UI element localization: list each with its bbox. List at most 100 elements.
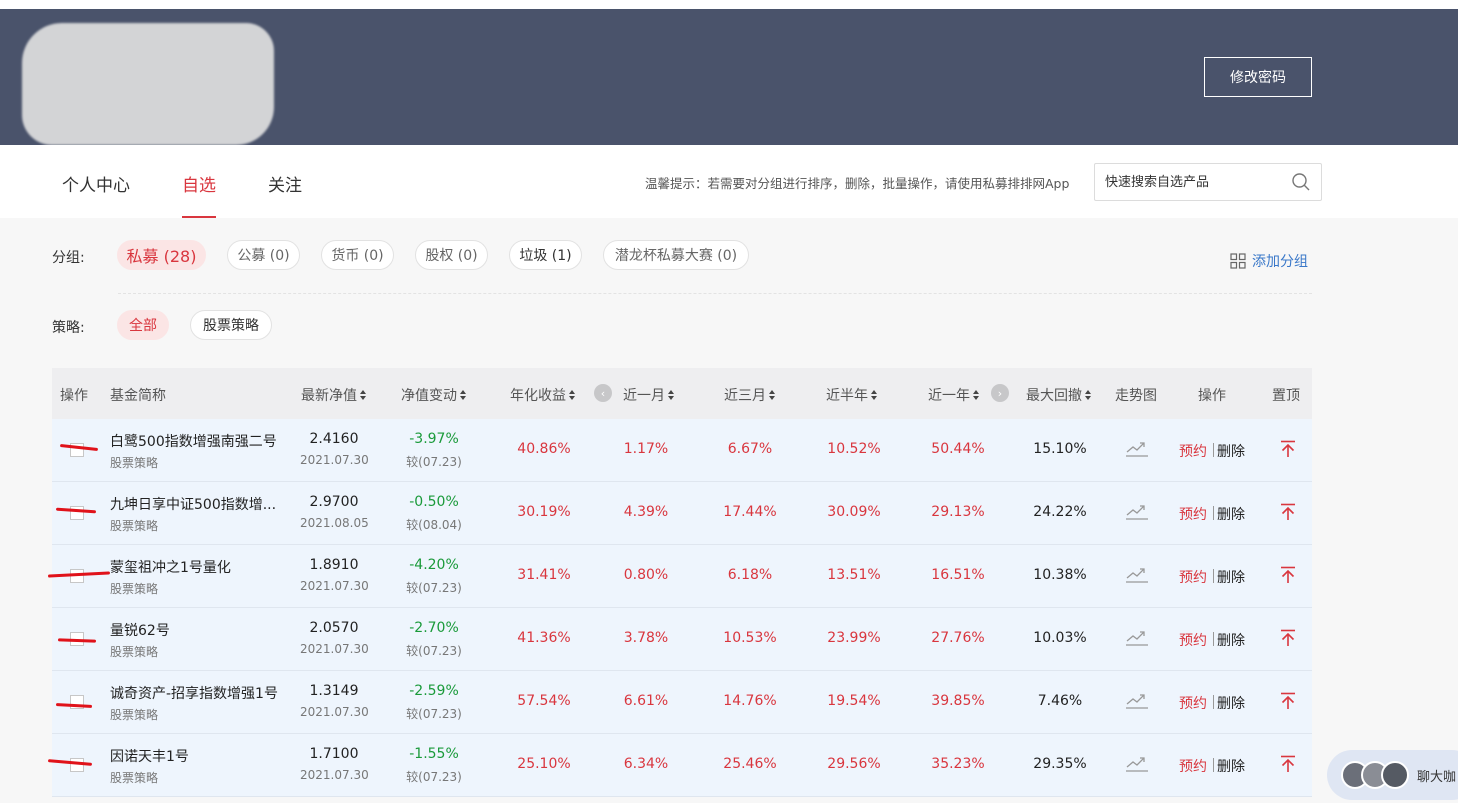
cell-m6: 30.09% bbox=[827, 504, 881, 520]
cell-dd: 15.10% bbox=[1033, 441, 1087, 457]
group-trash[interactable]: 垃圾 (1) bbox=[509, 240, 582, 270]
delete-button[interactable]: 删除 bbox=[1217, 630, 1245, 650]
tab-follow[interactable]: 关注 bbox=[268, 171, 302, 196]
strategy-stock[interactable]: 股票策略 bbox=[190, 310, 272, 340]
change-password-button[interactable]: 修改密码 bbox=[1204, 57, 1312, 97]
latest-nav: 2.9700 bbox=[309, 494, 359, 510]
col-m1[interactable]: 近一月 bbox=[623, 385, 674, 405]
book-button[interactable]: 预约 bbox=[1179, 441, 1207, 461]
col-annual[interactable]: 年化收益 bbox=[510, 385, 575, 405]
action-separator bbox=[1213, 569, 1214, 583]
trend-chart-icon[interactable] bbox=[1125, 753, 1149, 773]
fund-strategy-tag: 股票策略 bbox=[110, 582, 159, 596]
cell-m1: 6.61% bbox=[623, 693, 669, 709]
fund-name[interactable]: 因诺天丰1号 bbox=[110, 746, 189, 766]
cell-y1: 16.51% bbox=[931, 567, 985, 583]
cell-m3: 14.76% bbox=[723, 693, 777, 709]
action-separator bbox=[1213, 695, 1214, 709]
col-annual-label: 年化收益 bbox=[510, 388, 566, 404]
nav-change: -3.97% bbox=[409, 431, 459, 447]
nav-change-date: 较(07.23) bbox=[406, 770, 462, 784]
add-group-button[interactable]: 添加分组 bbox=[1230, 251, 1308, 271]
pin-to-top-icon[interactable] bbox=[1280, 692, 1296, 710]
nav-date: 2021.07.30 bbox=[300, 453, 369, 467]
latest-nav: 1.3149 bbox=[309, 683, 359, 699]
group-money[interactable]: 货币 (0) bbox=[321, 240, 394, 270]
trend-chart-icon[interactable] bbox=[1125, 501, 1149, 521]
pin-to-top-icon[interactable] bbox=[1280, 566, 1296, 584]
book-button[interactable]: 预约 bbox=[1179, 504, 1207, 524]
main-nav: 个人中心 自选 关注 温馨提示：若需要对分组进行排序，删除，批量操作，请使用私募… bbox=[0, 145, 1458, 218]
latest-nav: 1.7100 bbox=[309, 746, 359, 762]
nav-change-date: 较(07.23) bbox=[406, 455, 462, 469]
tab-watchlist[interactable]: 自选 bbox=[182, 171, 216, 196]
trend-chart-icon[interactable] bbox=[1125, 438, 1149, 458]
col-nav-label: 最新净值 bbox=[301, 388, 357, 404]
group-private[interactable]: 私募 (28) bbox=[117, 240, 206, 270]
scroll-right-icon[interactable]: › bbox=[991, 384, 1009, 402]
sort-icon bbox=[1085, 390, 1091, 400]
group-equity[interactable]: 股权 (0) bbox=[415, 240, 488, 270]
cell-y1: 39.85% bbox=[931, 693, 985, 709]
col-y1[interactable]: 近一年 bbox=[928, 385, 979, 405]
cell-dd: 10.03% bbox=[1033, 630, 1087, 646]
action-separator bbox=[1213, 506, 1214, 520]
cell-m1: 1.17% bbox=[623, 441, 669, 457]
col-m3[interactable]: 近三月 bbox=[724, 385, 775, 405]
cell-annual: 57.54% bbox=[517, 693, 571, 709]
pin-to-top-icon[interactable] bbox=[1280, 440, 1296, 458]
col-nav[interactable]: 最新净值 bbox=[301, 385, 366, 405]
delete-button[interactable]: 删除 bbox=[1217, 756, 1245, 776]
cell-m3: 25.46% bbox=[723, 756, 777, 772]
table-row: 九坤日享中证500指数增... 股票策略 2.9700 2021.08.05 -0.50… bbox=[52, 482, 1312, 545]
pin-to-top-icon[interactable] bbox=[1280, 503, 1296, 521]
top-gap bbox=[0, 0, 1458, 9]
search-input[interactable] bbox=[1105, 172, 1285, 192]
fund-name[interactable]: 量锐62号 bbox=[110, 620, 170, 640]
divider bbox=[118, 293, 1312, 294]
nav-change-date: 较(07.23) bbox=[406, 644, 462, 658]
fund-name[interactable]: 诚奇资产-招享指数增强1号 bbox=[110, 683, 278, 703]
trend-chart-icon[interactable] bbox=[1125, 690, 1149, 710]
fund-name[interactable]: 九坤日享中证500指数增... bbox=[110, 494, 276, 514]
sort-icon bbox=[871, 390, 877, 400]
sort-icon bbox=[460, 390, 466, 400]
cell-y1: 35.23% bbox=[931, 756, 985, 772]
pin-to-top-icon[interactable] bbox=[1280, 629, 1296, 647]
search-box bbox=[1094, 163, 1322, 201]
fund-strategy-tag: 股票策略 bbox=[110, 771, 159, 785]
nav-change: -4.20% bbox=[409, 557, 459, 573]
pin-to-top-icon[interactable] bbox=[1280, 755, 1296, 773]
book-button[interactable]: 预约 bbox=[1179, 693, 1207, 713]
search-icon[interactable] bbox=[1291, 172, 1311, 192]
cell-dd: 24.22% bbox=[1033, 504, 1087, 520]
fund-strategy-tag: 股票策略 bbox=[110, 708, 159, 722]
trend-chart-icon[interactable] bbox=[1125, 564, 1149, 584]
sort-icon bbox=[973, 390, 979, 400]
group-public[interactable]: 公募 (0) bbox=[227, 240, 300, 270]
book-button[interactable]: 预约 bbox=[1179, 630, 1207, 650]
col-m6[interactable]: 近半年 bbox=[826, 385, 877, 405]
delete-button[interactable]: 删除 bbox=[1217, 693, 1245, 713]
table-row: 蒙玺祖冲之1号量化 股票策略 1.8910 2021.07.30 -4.20% 较(07.… bbox=[47, 545, 1312, 608]
col-m6-label: 近半年 bbox=[826, 388, 868, 404]
scroll-left-icon[interactable]: ‹ bbox=[594, 384, 612, 402]
fund-name[interactable]: 白鹭500指数增强南强二号 bbox=[110, 431, 277, 451]
cell-m6: 29.56% bbox=[827, 756, 881, 772]
col-dd[interactable]: 最大回撤 bbox=[1026, 385, 1091, 405]
trend-chart-icon[interactable] bbox=[1125, 627, 1149, 647]
redacted-profile-area bbox=[22, 23, 274, 145]
cell-m6: 19.54% bbox=[827, 693, 881, 709]
fund-name[interactable]: 蒙玺祖冲之1号量化 bbox=[110, 557, 231, 577]
tab-personal-center[interactable]: 个人中心 bbox=[62, 171, 130, 196]
delete-button[interactable]: 删除 bbox=[1217, 567, 1245, 587]
delete-button[interactable]: 删除 bbox=[1217, 504, 1245, 524]
strategy-all[interactable]: 全部 bbox=[117, 310, 169, 340]
latest-nav: 1.8910 bbox=[309, 557, 359, 573]
group-qianlong[interactable]: 潜龙杯私募大赛 (0) bbox=[603, 240, 749, 270]
book-button[interactable]: 预约 bbox=[1179, 756, 1207, 776]
chat-widget[interactable]: 聊大咖 bbox=[1327, 750, 1458, 800]
delete-button[interactable]: 删除 bbox=[1217, 441, 1245, 461]
col-chg[interactable]: 净值变动 bbox=[401, 385, 466, 405]
book-button[interactable]: 预约 bbox=[1179, 567, 1207, 587]
